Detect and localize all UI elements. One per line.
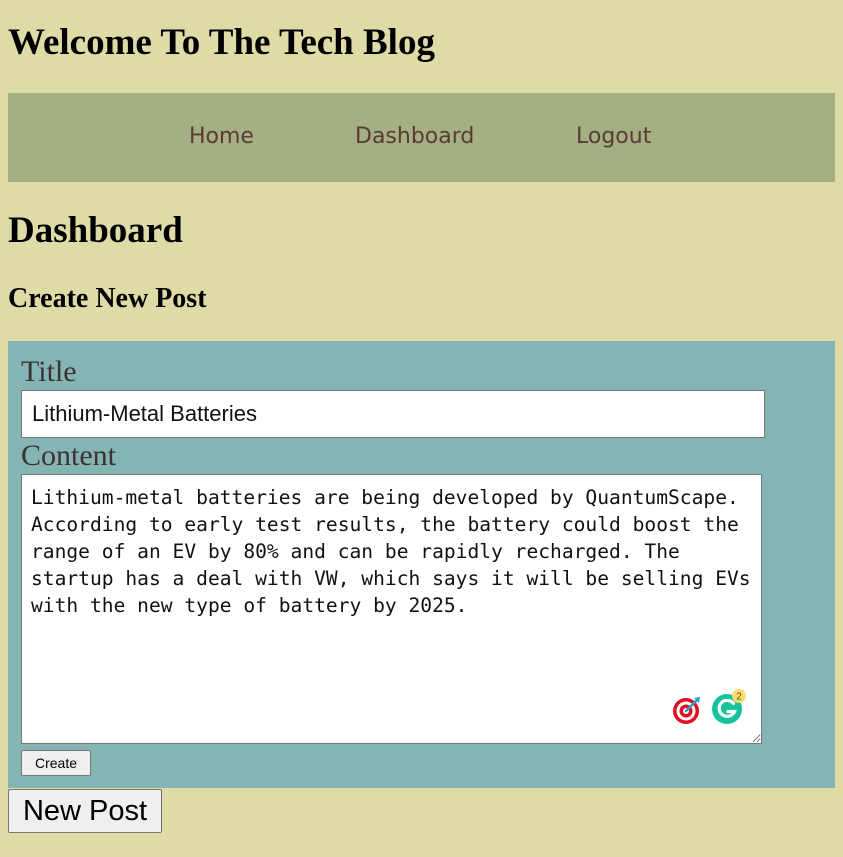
navbar: Home Dashboard Logout [8,93,835,182]
target-icon[interactable] [672,695,702,725]
grammarly-icon[interactable]: 2 [711,689,747,725]
new-post-form: Title Content Lithium-metal batteries ar… [8,341,835,788]
page-title: Dashboard [8,210,183,251]
content-textarea[interactable]: Lithium-metal batteries are being develo… [21,474,762,744]
section-title: Create New Post [8,283,207,314]
title-input[interactable] [21,390,765,438]
new-post-button[interactable]: New Post [8,789,162,833]
grammarly-badge-count: 2 [736,692,742,703]
nav-link-home[interactable]: Home [189,123,254,151]
content-label: Content [21,439,116,472]
nav-link-logout[interactable]: Logout [576,123,651,151]
title-label: Title [21,355,77,388]
site-title: Welcome To The Tech Blog [8,22,435,63]
create-button[interactable]: Create [21,750,91,776]
nav-link-dashboard[interactable]: Dashboard [355,123,474,151]
